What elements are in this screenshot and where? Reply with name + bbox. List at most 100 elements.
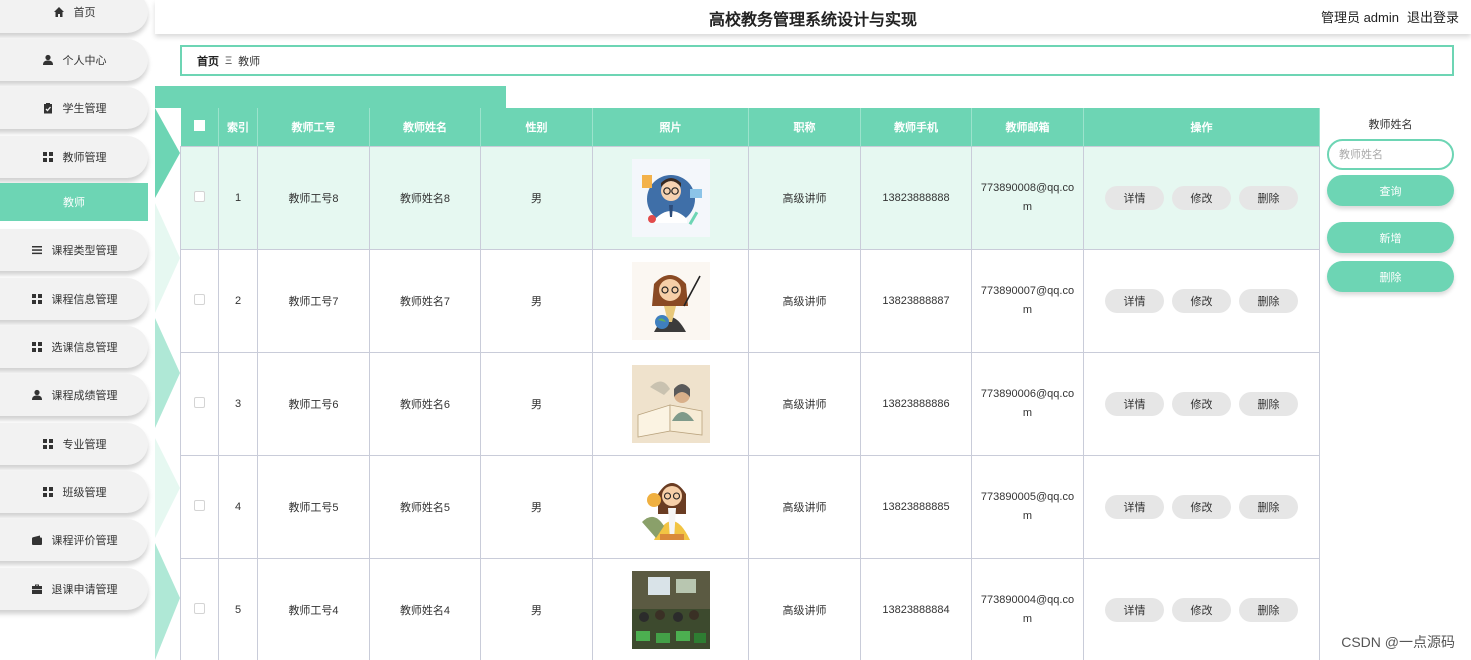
sidebar-item-grades[interactable]: 课程成绩管理 [0,374,148,416]
sidebar-item-course-selection[interactable]: 选课信息管理 [0,326,148,368]
cell-email: 773890008@qq.com [971,145,1084,250]
sidebar-item-teacher-management[interactable]: 教师管理 [0,136,148,178]
row-checkbox[interactable] [194,293,205,305]
sidebar-item-course-info[interactable]: 课程信息管理 [0,278,148,320]
sidebar-item-label: 退课申请管理 [51,584,118,596]
sidebar-item-profile[interactable]: 个人中心 [0,39,148,81]
cell-index: 5 [218,557,258,660]
cell-photo [592,351,749,456]
sidebar-item-course-evaluation[interactable]: 课程评价管理 [0,519,148,561]
cell-photo [592,248,749,353]
teacher-photo[interactable] [631,570,710,649]
decorative-band [155,86,506,108]
batch-delete-button[interactable]: 删除 [1327,261,1454,292]
cell-teacher-id: 教师工号4 [257,557,370,660]
sidebar-item-label: 课程信息管理 [51,294,118,306]
column-header: 操作 [1083,108,1320,146]
teacher-name-search-input[interactable] [1327,139,1454,170]
row-checkbox[interactable] [194,396,205,408]
cell-gender: 男 [480,351,593,456]
sidebar-item-classes[interactable]: 班级管理 [0,471,148,513]
sidebar: 首页 个人中心 学生管理 教师管理 教师 课程类型管理 课程信息管理 选课信息管… [0,0,155,660]
delete-button[interactable]: 删除 [1239,185,1298,210]
list-icon [31,244,43,256]
cell-teacher-id: 教师工号5 [257,454,370,559]
select-all-checkbox[interactable] [193,119,205,131]
sidebar-item-drop-requests[interactable]: 退课申请管理 [0,568,148,610]
sidebar-item-label: 学生管理 [62,103,107,115]
table-row[interactable]: 2 教师工号7 教师姓名7 男 高级讲师 13823888887 7738900… [180,248,1320,353]
cell-teacher-name: 教师姓名7 [369,248,481,353]
cell-actions: 详情 修改 删除 [1083,351,1320,456]
cell-teacher-name: 教师姓名5 [369,454,481,559]
breadcrumb-home[interactable]: 首页 [197,53,219,69]
cell-email: 773890004@qq.com [971,557,1084,660]
delete-button[interactable]: 删除 [1239,391,1298,416]
sidebar-item-label: 个人中心 [62,55,107,67]
edit-button[interactable]: 修改 [1172,597,1231,622]
sidebar-item-majors[interactable]: 专业管理 [0,423,148,465]
grid-icon [42,486,54,498]
cell-index: 3 [218,351,258,456]
wallet-icon [31,534,43,546]
cell-gender: 男 [480,248,593,353]
detail-button[interactable]: 详情 [1105,494,1164,519]
delete-button[interactable]: 删除 [1239,494,1298,519]
teacher-photo[interactable] [631,158,710,237]
cell-index: 2 [218,248,258,353]
row-checkbox[interactable] [194,602,205,614]
cell-teacher-id: 教师工号7 [257,248,370,353]
sidebar-item-teacher[interactable]: 教师 [0,183,148,221]
cell-actions: 详情 修改 删除 [1083,454,1320,559]
sidebar-item-label: 课程类型管理 [51,245,118,257]
sidebar-item-course-types[interactable]: 课程类型管理 [0,229,148,271]
row-checkbox[interactable] [194,499,205,511]
add-button[interactable]: 新增 [1327,222,1454,253]
cell-title: 高级讲师 [748,248,861,353]
table-row[interactable]: 4 教师工号5 教师姓名5 男 高级讲师 13823888885 7738900… [180,454,1320,559]
sidebar-item-students[interactable]: 学生管理 [0,87,148,129]
column-header: 职称 [748,108,861,146]
teacher-photo[interactable] [631,364,710,443]
edit-button[interactable]: 修改 [1172,288,1231,313]
top-bar: 高校教务管理系统设计与实现 管理员 admin 退出登录 [155,0,1471,34]
table-row[interactable]: 5 教师工号4 教师姓名4 男 高级讲师 13823888884 7738900… [180,557,1320,660]
select-all-header [180,108,219,146]
detail-button[interactable]: 详情 [1105,597,1164,622]
delete-button[interactable]: 删除 [1239,288,1298,313]
cell-phone: 13823888888 [860,145,972,250]
detail-button[interactable]: 详情 [1105,185,1164,210]
cell-phone: 13823888885 [860,454,972,559]
row-checkbox[interactable] [194,190,205,202]
logout-link[interactable]: 退出登录 [1407,7,1459,26]
table-row[interactable]: 1 教师工号8 教师姓名8 男 高级讲师 13823888888 7738900… [180,145,1320,250]
edit-button[interactable]: 修改 [1172,391,1231,416]
teacher-photo[interactable] [631,467,710,546]
sidebar-item-label: 课程评价管理 [51,535,118,547]
detail-button[interactable]: 详情 [1105,391,1164,416]
search-label: 教师姓名 [1368,119,1413,131]
teacher-photo[interactable] [631,261,710,340]
cell-teacher-name: 教师姓名6 [369,351,481,456]
home-icon [53,6,65,18]
cell-title: 高级讲师 [748,557,861,660]
breadcrumb-separator-icon: Ξ [225,54,233,67]
user-area: 管理员 admin 退出登录 [1321,7,1459,26]
breadcrumb: 首页 Ξ 教师 [180,45,1454,76]
edit-button[interactable]: 修改 [1172,494,1231,519]
query-button[interactable]: 查询 [1327,175,1454,206]
sidebar-item-home[interactable]: 首页 [0,0,148,33]
cell-teacher-name: 教师姓名4 [369,557,481,660]
cell-actions: 详情 修改 删除 [1083,145,1320,250]
cell-title: 高级讲师 [748,454,861,559]
column-header: 索引 [218,108,258,146]
edit-button[interactable]: 修改 [1172,185,1231,210]
table-row[interactable]: 3 教师工号6 教师姓名6 男 高级讲师 13823888886 7738900… [180,351,1320,456]
detail-button[interactable]: 详情 [1105,288,1164,313]
sidebar-item-label: 首页 [73,7,96,19]
teacher-table: 索引 教师工号 教师姓名 性别 照片 职称 教师手机 教师邮箱 操作 1 教师工… [180,108,1320,660]
cell-gender: 男 [480,454,593,559]
sidebar-item-label: 教师 [63,197,85,209]
grid-icon [31,341,43,353]
delete-button[interactable]: 删除 [1239,597,1298,622]
